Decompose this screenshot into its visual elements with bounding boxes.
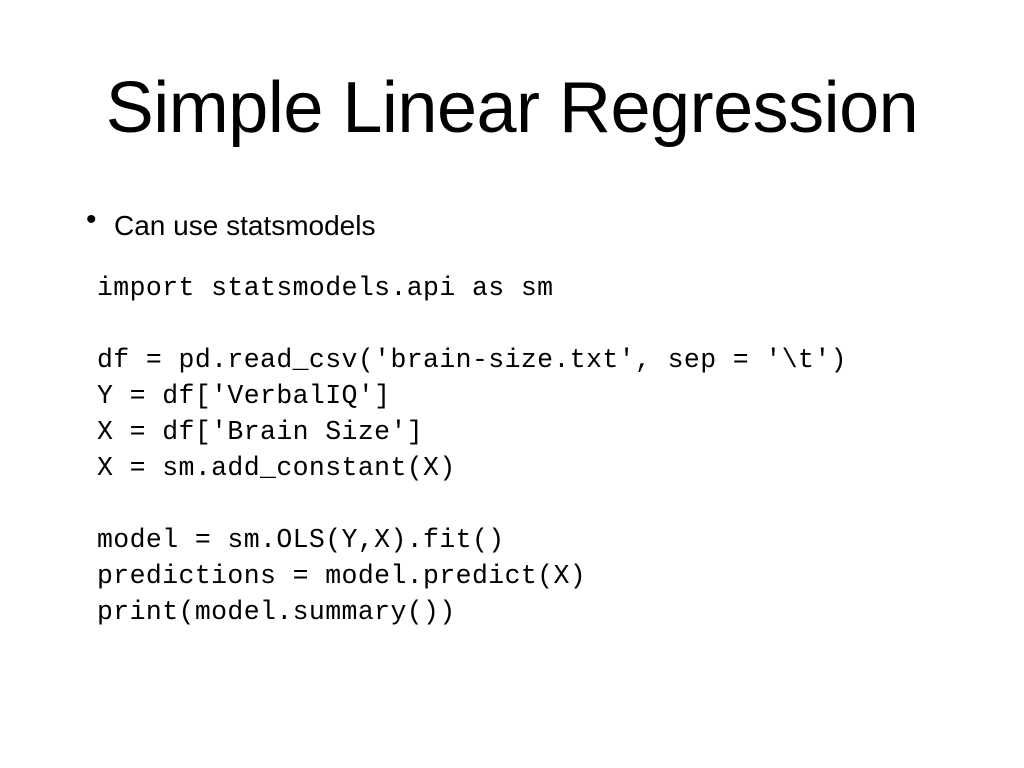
- bullet-text: Can use statsmodels: [114, 210, 376, 241]
- code-line: import statsmodels.api as sm: [97, 273, 554, 303]
- bullet-marker: •: [86, 203, 97, 236]
- code-line: df = pd.read_csv('brain-size.txt', sep =…: [97, 345, 847, 375]
- bullet-item: • Can use statsmodels: [86, 203, 376, 246]
- code-line: X = sm.add_constant(X): [97, 453, 456, 483]
- code-line: predictions = model.predict(X): [97, 561, 587, 591]
- code-line: X = df['Brain Size']: [97, 417, 424, 447]
- code-block: import statsmodels.api as sm df = pd.rea…: [97, 270, 847, 630]
- code-line: model = sm.OLS(Y,X).fit(): [97, 525, 505, 555]
- code-line: Y = df['VerbalIQ']: [97, 381, 391, 411]
- slide-title: Simple Linear Regression: [105, 68, 919, 148]
- code-line: print(model.summary()): [97, 597, 456, 627]
